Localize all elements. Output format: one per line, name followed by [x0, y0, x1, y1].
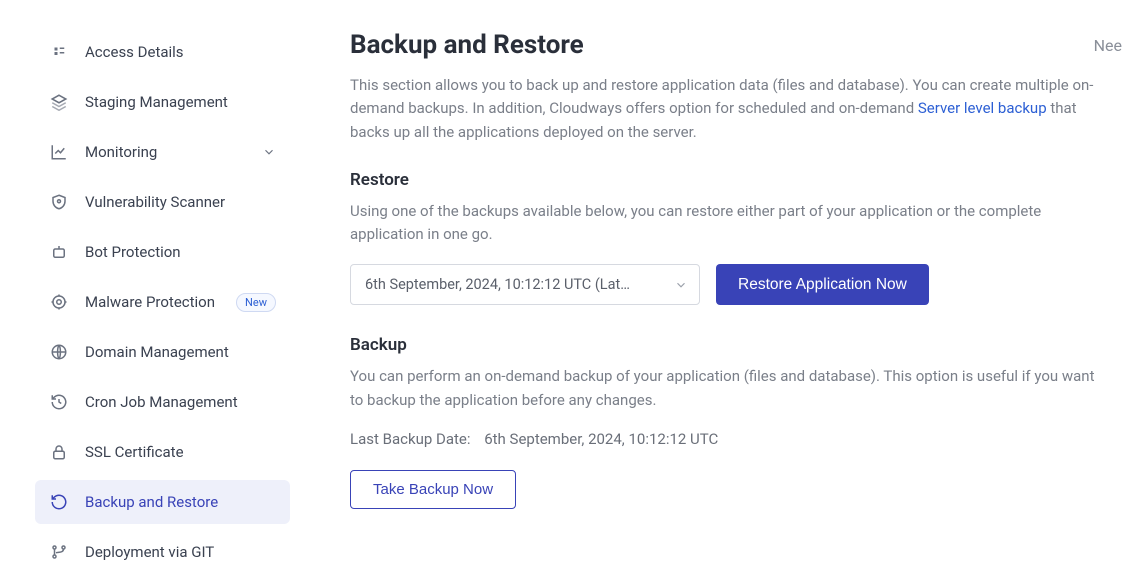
server-level-backup-link[interactable]: Server level backup: [918, 99, 1047, 117]
last-backup-label: Last Backup Date:: [350, 430, 470, 448]
sidebar-item-backup-restore[interactable]: Backup and Restore: [35, 480, 290, 524]
sidebar-item-access-details[interactable]: Access Details: [35, 30, 290, 74]
new-badge: New: [236, 293, 276, 312]
page-title: Backup and Restore: [350, 30, 1126, 60]
sidebar-item-label: Malware Protection: [85, 293, 220, 311]
shield-icon: [49, 192, 69, 212]
sidebar-item-label: Domain Management: [85, 343, 276, 361]
sidebar-item-staging[interactable]: Staging Management: [35, 80, 290, 124]
chart-line-icon: [49, 142, 69, 162]
sidebar-item-monitoring[interactable]: Monitoring: [35, 130, 290, 174]
git-branch-icon: [49, 542, 69, 562]
main-content: Nee Backup and Restore This section allo…: [300, 0, 1126, 563]
history-icon: [49, 392, 69, 412]
backup-select[interactable]: 6th September, 2024, 10:12:12 UTC (Lat…: [350, 264, 700, 305]
layers-icon: [49, 92, 69, 112]
sidebar-item-label: SSL Certificate: [85, 443, 276, 461]
bug-scan-icon: [49, 292, 69, 312]
backup-select-wrap: 6th September, 2024, 10:12:12 UTC (Lat…: [350, 264, 700, 305]
sidebar-item-label: Cron Job Management: [85, 393, 276, 411]
sidebar-item-ssl[interactable]: SSL Certificate: [35, 430, 290, 474]
restore-icon: [49, 492, 69, 512]
backup-description: You can perform an on-demand backup of y…: [350, 365, 1110, 412]
top-right-text: Nee: [1094, 36, 1122, 55]
access-details-icon: [49, 42, 69, 62]
restore-application-button[interactable]: Restore Application Now: [716, 264, 929, 305]
restore-description: Using one of the backups available below…: [350, 200, 1110, 247]
backup-heading: Backup: [350, 335, 1126, 355]
restore-heading: Restore: [350, 170, 1126, 190]
globe-icon: [49, 342, 69, 362]
last-backup-row: Last Backup Date: 6th September, 2024, 1…: [350, 430, 1126, 448]
robot-icon: [49, 242, 69, 262]
sidebar-item-domain[interactable]: Domain Management: [35, 330, 290, 374]
sidebar-item-label: Backup and Restore: [85, 493, 276, 511]
sidebar-item-cron[interactable]: Cron Job Management: [35, 380, 290, 424]
take-backup-button[interactable]: Take Backup Now: [350, 470, 516, 509]
sidebar-item-git[interactable]: Deployment via GIT: [35, 530, 290, 574]
chevron-down-icon: [262, 145, 276, 159]
page-description: This section allows you to back up and r…: [350, 74, 1110, 144]
lock-icon: [49, 442, 69, 462]
sidebar-item-label: Access Details: [85, 43, 276, 61]
sidebar-item-label: Vulnerability Scanner: [85, 193, 276, 211]
sidebar-item-label: Deployment via GIT: [85, 543, 276, 561]
sidebar: Access Details Staging Management Monito…: [0, 0, 300, 563]
restore-controls: 6th September, 2024, 10:12:12 UTC (Lat… …: [350, 264, 1126, 305]
sidebar-item-label: Bot Protection: [85, 243, 276, 261]
sidebar-item-malware[interactable]: Malware Protection New: [35, 280, 290, 324]
sidebar-item-label: Staging Management: [85, 93, 276, 111]
sidebar-item-label: Monitoring: [85, 143, 246, 161]
sidebar-item-bot-protection[interactable]: Bot Protection: [35, 230, 290, 274]
last-backup-value: 6th September, 2024, 10:12:12 UTC: [484, 430, 718, 448]
sidebar-item-vulnerability[interactable]: Vulnerability Scanner: [35, 180, 290, 224]
